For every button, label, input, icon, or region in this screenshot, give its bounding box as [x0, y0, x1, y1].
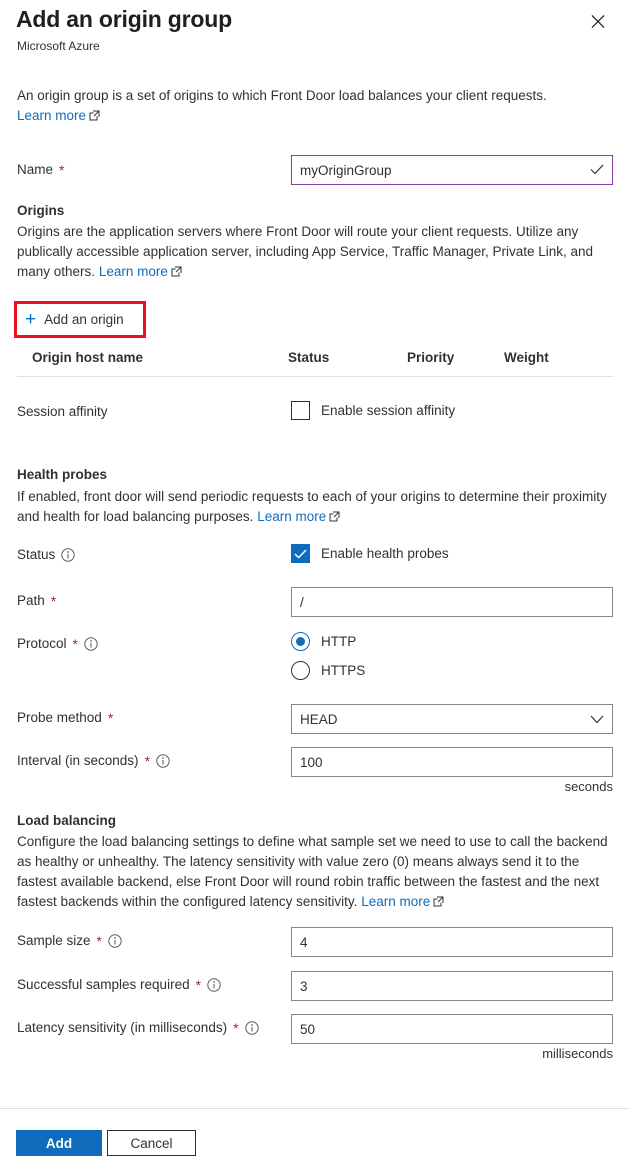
successful-samples-input[interactable]: 3: [291, 971, 613, 1001]
enable-session-affinity-label: Enable session affinity: [321, 403, 456, 418]
column-header-weight: Weight: [504, 350, 549, 365]
checkbox-box: [291, 401, 310, 420]
probe-status-label: Status: [17, 547, 75, 562]
radio-circle: [291, 661, 310, 680]
probe-protocol-label: Protocol *: [17, 636, 98, 651]
external-link-icon: [89, 110, 100, 121]
info-icon[interactable]: [156, 753, 170, 768]
required-marker: *: [195, 976, 202, 993]
load-balancing-heading: Load balancing: [17, 813, 117, 828]
latency-sensitivity-input[interactable]: 50: [291, 1014, 613, 1044]
origins-description: Origins are the application servers wher…: [17, 224, 594, 279]
panel-subtitle: Microsoft Azure: [17, 39, 100, 53]
column-header-priority: Priority: [407, 350, 455, 365]
probe-interval-value: 100: [300, 754, 323, 770]
intro-description: An origin group is a set of origins to w…: [17, 86, 613, 126]
sample-size-input[interactable]: 4: [291, 927, 613, 957]
intro-learn-more-link[interactable]: Learn more: [17, 108, 100, 123]
probe-method-value: HEAD: [300, 711, 338, 727]
external-link-icon: [329, 511, 340, 522]
enable-health-probes-label: Enable health probes: [321, 546, 449, 561]
protocol-radio-https[interactable]: HTTPS: [291, 661, 365, 680]
health-probes-description: If enabled, front door will send periodi…: [17, 489, 607, 524]
footer-divider: [0, 1108, 629, 1109]
add-origin-group-panel: Add an origin group Microsoft Azure An o…: [0, 0, 629, 1169]
successful-samples-label: Successful samples required *: [17, 977, 221, 992]
health-probes-heading: Health probes: [17, 467, 108, 482]
info-icon[interactable]: [108, 933, 122, 948]
add-an-origin-button[interactable]: + Add an origin: [17, 304, 124, 335]
required-marker: *: [72, 635, 78, 652]
required-marker: *: [50, 592, 57, 609]
protocol-option-label: HTTPS: [321, 663, 366, 678]
external-link-icon: [171, 266, 182, 277]
probe-method-select[interactable]: HEAD: [291, 704, 613, 734]
add-button[interactable]: Add: [16, 1130, 102, 1156]
name-input-value: myOriginGroup: [300, 162, 392, 178]
plus-icon: +: [25, 309, 37, 330]
close-icon[interactable]: [585, 8, 611, 34]
required-marker: *: [59, 161, 65, 178]
table-divider: [17, 376, 613, 377]
enable-session-affinity-checkbox[interactable]: Enable session affinity: [291, 401, 455, 420]
sample-size-label: Sample size *: [17, 933, 122, 948]
column-header-status: Status: [288, 350, 330, 365]
load-balancing-description: Configure the load balancing settings to…: [17, 834, 608, 909]
name-input[interactable]: myOriginGroup: [291, 155, 613, 185]
latency-sensitivity-unit: milliseconds: [542, 1046, 613, 1061]
required-marker: *: [96, 932, 102, 949]
add-origin-highlight-box: + Add an origin: [14, 301, 146, 338]
radio-circle: [291, 632, 310, 651]
load-balancing-learn-more-link[interactable]: Learn more: [361, 894, 444, 909]
probe-method-label: Probe method *: [17, 709, 114, 726]
origins-learn-more-link[interactable]: Learn more: [99, 264, 182, 279]
probe-path-label: Path *: [17, 592, 57, 609]
add-origin-label: Add an origin: [44, 312, 124, 327]
latency-sensitivity-value: 50: [300, 1021, 316, 1037]
latency-sensitivity-label: Latency sensitivity (in milliseconds) *: [17, 1020, 259, 1035]
sample-size-value: 4: [300, 934, 308, 950]
required-marker: *: [144, 752, 151, 769]
info-icon[interactable]: [207, 977, 221, 992]
protocol-radio-http[interactable]: HTTP: [291, 632, 356, 651]
required-marker: *: [107, 709, 114, 726]
probe-interval-input[interactable]: 100: [291, 747, 613, 777]
probe-path-value: /: [300, 594, 304, 610]
page-title: Add an origin group: [16, 6, 232, 32]
info-icon[interactable]: [244, 1020, 259, 1035]
info-icon[interactable]: [84, 636, 98, 651]
checkbox-box: [291, 544, 310, 563]
protocol-option-label: HTTP: [321, 634, 357, 649]
probe-interval-label: Interval (in seconds) *: [17, 753, 170, 768]
column-header-origin-host-name: Origin host name: [32, 350, 144, 365]
origins-heading: Origins: [17, 203, 65, 218]
cancel-button[interactable]: Cancel: [107, 1130, 196, 1156]
chevron-down-icon: [590, 715, 604, 724]
name-label: Name *: [17, 161, 65, 178]
external-link-icon: [433, 896, 444, 907]
enable-health-probes-checkbox[interactable]: Enable health probes: [291, 544, 449, 563]
required-marker: *: [233, 1019, 239, 1036]
info-icon[interactable]: [61, 547, 75, 562]
checkmark-icon: [590, 163, 604, 177]
health-probes-learn-more-link[interactable]: Learn more: [257, 509, 340, 524]
intro-text: An origin group is a set of origins to w…: [17, 88, 547, 103]
successful-samples-value: 3: [300, 978, 308, 994]
probe-path-input[interactable]: /: [291, 587, 613, 617]
session-affinity-label: Session affinity: [17, 404, 108, 419]
probe-interval-unit: seconds: [564, 779, 613, 794]
